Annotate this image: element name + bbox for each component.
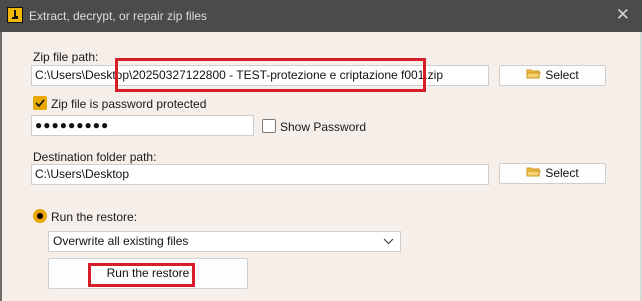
app-icon bbox=[7, 7, 23, 23]
password-input[interactable]: ●●●●●●●●● bbox=[31, 115, 254, 136]
chevron-down-icon bbox=[383, 232, 394, 258]
left-border bbox=[0, 32, 2, 301]
show-password-label: Show Password bbox=[280, 120, 367, 134]
destination-select-button[interactable]: Select bbox=[499, 163, 606, 184]
zip-path-prefix: C:\Users\Desktop bbox=[35, 68, 130, 82]
destination-path-label: Destination folder path: bbox=[33, 150, 157, 164]
close-icon[interactable]: ✕ bbox=[616, 6, 630, 24]
destination-path-input[interactable]: C:\Users\Desktop bbox=[31, 164, 489, 185]
show-password-checkbox[interactable] bbox=[262, 119, 276, 133]
folder-icon bbox=[526, 164, 542, 183]
zip-path-input[interactable]: C:\Users\Desktop\20250327122800 - TEST-p… bbox=[31, 65, 489, 86]
restore-mode-value: Overwrite all existing files bbox=[53, 234, 189, 248]
run-restore-button[interactable]: Run the restore bbox=[48, 258, 248, 289]
run-restore-radio[interactable] bbox=[33, 209, 47, 223]
zip-path-suffix: \20250327122800 - TEST-protezione e crip… bbox=[129, 68, 444, 82]
radio-dot bbox=[37, 213, 43, 219]
destination-select-label: Select bbox=[545, 166, 579, 180]
zip-select-label: Select bbox=[545, 68, 579, 82]
title-bar: Extract, decrypt, or repair zip files ✕ bbox=[0, 0, 642, 32]
run-restore-button-label: Run the restore bbox=[106, 266, 190, 280]
zip-path-label: Zip file path: bbox=[33, 50, 99, 64]
run-restore-label: Run the restore: bbox=[51, 210, 138, 224]
zip-select-button[interactable]: Select bbox=[499, 65, 606, 86]
restore-mode-select[interactable]: Overwrite all existing files bbox=[48, 231, 401, 252]
window-title: Extract, decrypt, or repair zip files bbox=[29, 9, 208, 23]
folder-icon bbox=[526, 66, 542, 85]
password-protected-label: Zip file is password protected bbox=[51, 97, 207, 111]
password-protected-checkbox[interactable] bbox=[33, 96, 47, 110]
